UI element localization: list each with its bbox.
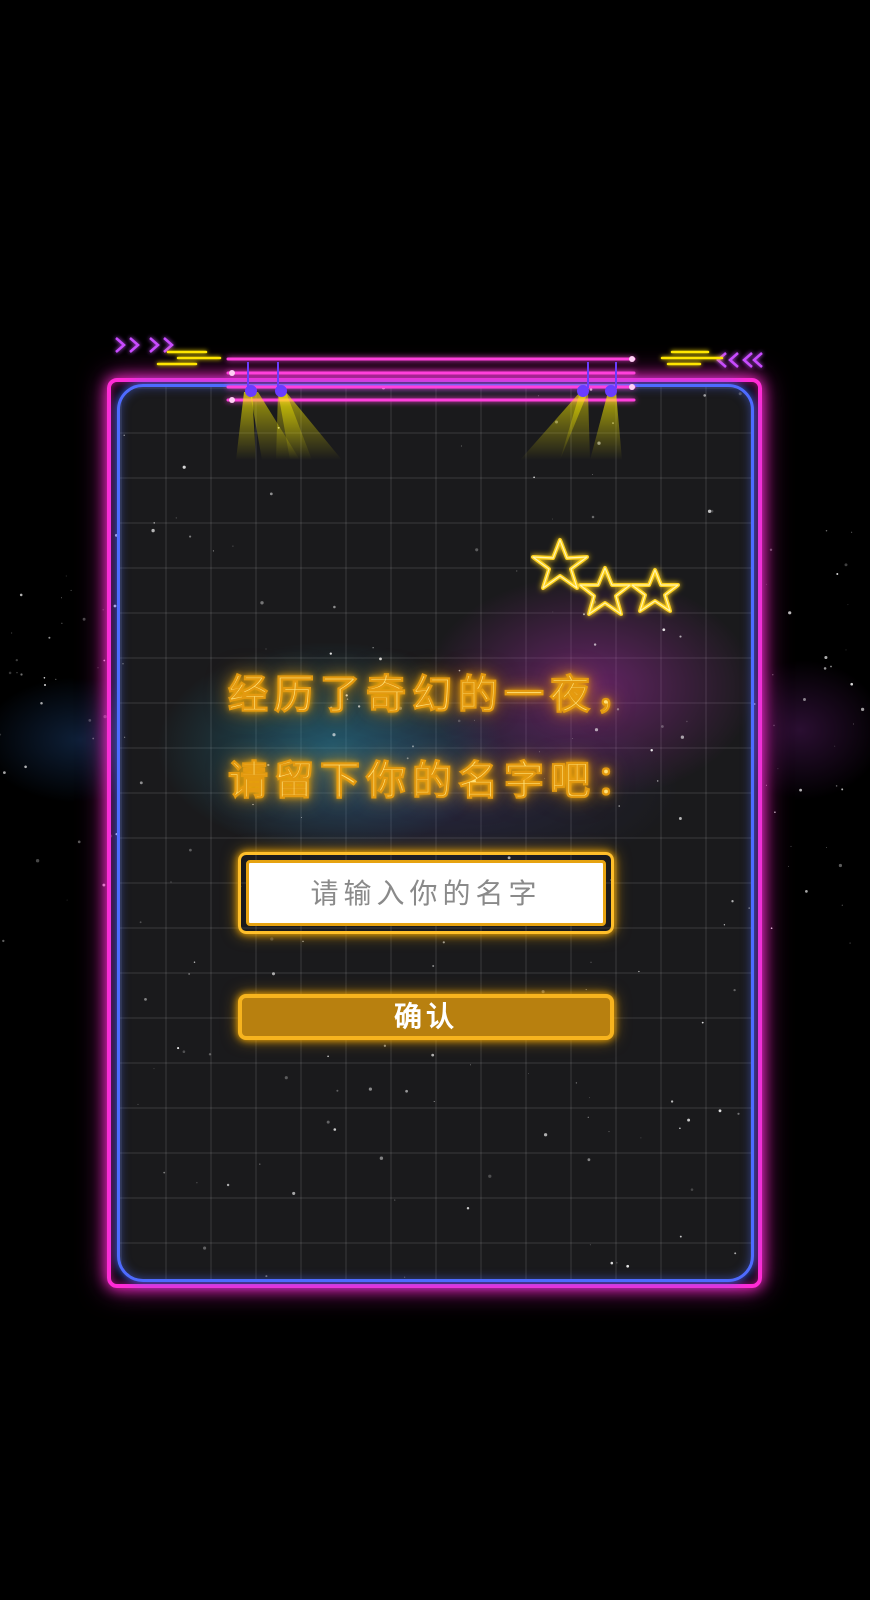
three-neon-stars-icon	[531, 538, 680, 616]
panel-starfield	[122, 387, 751, 1278]
speed-lines-left-icon	[156, 350, 222, 366]
game-screen: 经历了奇幻的一夜， 请留下你的名字吧： 确认	[0, 0, 870, 1600]
confirm-button[interactable]: 确认	[238, 994, 614, 1040]
grid-panel	[117, 384, 754, 1282]
name-input-frame	[238, 852, 614, 934]
speed-lines-right-icon	[660, 350, 724, 366]
name-input[interactable]	[246, 860, 606, 926]
prompt-line-1: 经历了奇幻的一夜，	[228, 672, 642, 719]
double-chevron-left-icon	[716, 352, 763, 368]
double-chevron-right-icon	[115, 337, 174, 353]
prompt-line-2: 请留下你的名字吧：	[228, 758, 642, 805]
